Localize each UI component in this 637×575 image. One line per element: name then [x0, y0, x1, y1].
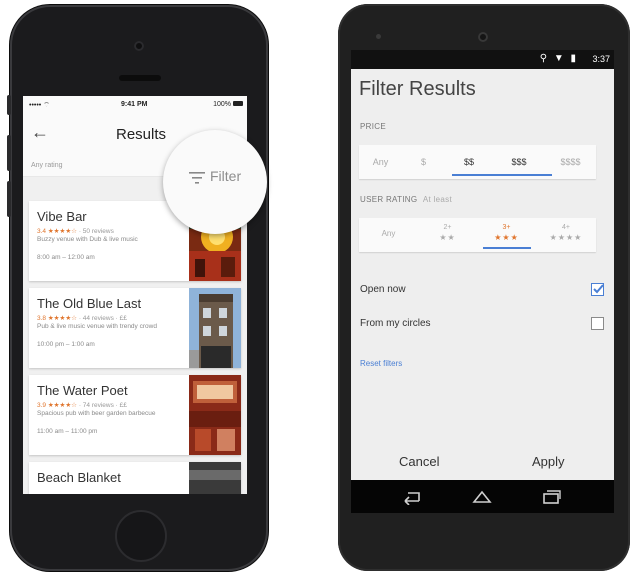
place-name: Beach Blanket [37, 470, 121, 485]
open-now-label: Open now [360, 284, 406, 295]
rating-option-4[interactable]: 4+ ★★★★ [536, 218, 596, 252]
pub-interior-photo [189, 375, 241, 455]
battery-icon [233, 101, 243, 106]
rating-filter-text: Any rating [31, 162, 63, 169]
battery-percent: 100% [213, 101, 231, 108]
rating-score: 3.8 [37, 315, 47, 322]
price-option-4[interactable]: $$$$ [545, 145, 596, 179]
earpiece-speaker [119, 75, 161, 81]
filter-icon [189, 172, 205, 184]
rating-option-label: 4+ [562, 224, 570, 231]
place-name: The Water Poet [37, 383, 128, 398]
status-icons: ⚲ ▼ ▮ [539, 53, 578, 64]
place-card[interactable]: The Old Blue Last 3.8 ★★★★☆ · 44 reviews… [29, 288, 241, 368]
restaurant-photo [189, 462, 241, 494]
pub-building-photo [189, 288, 241, 368]
place-hours: 8:00 am – 12:00 am [37, 254, 95, 261]
home-icon[interactable] [471, 488, 493, 504]
volume-down-button [7, 181, 11, 217]
place-card[interactable]: The Water Poet 3.9 ★★★★☆ · 74 reviews · … [29, 375, 241, 455]
rating-option-label: 3+ [502, 224, 511, 231]
front-camera [478, 32, 488, 42]
price-section-label: PRICE [360, 122, 386, 131]
place-hours: 10:00 pm – 1:00 am [37, 341, 95, 348]
reset-filters-link[interactable]: Reset filters [360, 359, 402, 368]
sensor-dot [376, 34, 381, 39]
rating-score: 3.9 [37, 402, 47, 409]
rating-option-label: Any [381, 229, 396, 238]
mute-switch [7, 95, 11, 115]
rating-option-any[interactable]: Any [359, 218, 418, 252]
rating-label: USER RATING [360, 195, 418, 204]
rating-section-label: USER RATING At least [360, 195, 452, 204]
place-card[interactable]: Beach Blanket [29, 462, 241, 494]
rating-segmented-control: Any 2+ ★★ 3+ ★★★ 4+ ★★★★ [359, 218, 596, 252]
open-now-checkbox[interactable] [591, 283, 604, 296]
rating-option-label: 2+ [443, 224, 452, 231]
from-circles-label: From my circles [360, 318, 431, 329]
android-status-bar: ⚲ ▼ ▮ 3:37 [351, 50, 614, 69]
filter-magnifier-callout[interactable]: Filter [163, 130, 267, 234]
place-hours: 11:00 am – 11:00 pm [37, 428, 98, 435]
rating-selection-indicator [483, 247, 531, 249]
price-option-any[interactable]: Any [359, 145, 402, 179]
rating-score: 3.4 [37, 228, 47, 235]
star-rating-icon: ★★★★☆ [47, 228, 77, 235]
place-name: Vibe Bar [37, 209, 87, 224]
place-rating: 3.4 ★★★★☆ · 50 reviews [37, 227, 114, 235]
dialog-title: Filter Results [359, 78, 476, 100]
star-rating-icon: ★★★★ [549, 233, 583, 242]
from-circles-checkbox[interactable] [591, 317, 604, 330]
ios-status-bar: ••••• ⌔ 9:41 PM 100% [23, 96, 247, 114]
star-rating-icon: ★★★★☆ [47, 315, 77, 322]
place-rating: 3.9 ★★★★☆ · 74 reviews · ££ [37, 401, 127, 409]
place-description: Buzzy venue with Dub & live music [37, 236, 138, 243]
star-rating-icon: ★★ [439, 233, 456, 242]
price-option-1[interactable]: $ [402, 145, 445, 179]
star-rating-icon: ★★★★☆ [47, 402, 77, 409]
recents-icon[interactable] [540, 489, 562, 505]
price-segmented-control: Any $ $$ $$$ $$$$ [359, 145, 596, 179]
android-screen: ⚲ ▼ ▮ 3:37 Filter Results PRICE Any $ $$… [351, 50, 614, 513]
cancel-button[interactable]: Cancel [399, 454, 439, 469]
home-button[interactable] [115, 510, 167, 562]
place-description: Pub & live music venue with trendy crowd [37, 323, 157, 330]
rating-option-2[interactable]: 2+ ★★ [418, 218, 477, 252]
rating-sublabel: At least [422, 195, 453, 204]
android-nav-bar [351, 480, 614, 513]
place-description: Spacious pub with beer garden barbecue [37, 410, 156, 417]
review-meta: · 50 reviews [78, 228, 114, 235]
status-time: 9:41 PM [121, 101, 148, 108]
review-meta: · 74 reviews · ££ [78, 402, 127, 409]
back-icon[interactable] [400, 489, 422, 505]
filter-button-label: Filter [210, 168, 242, 184]
arrow-left-icon[interactable]: ← [31, 122, 49, 143]
place-name: The Old Blue Last [37, 296, 142, 311]
checkmark-icon [593, 284, 604, 294]
star-rating-icon: ★★★ [494, 233, 519, 242]
carrier-signal: ••••• ⌔ [29, 102, 50, 109]
review-meta: · 44 reviews · ££ [78, 315, 127, 322]
price-selection-indicator [452, 174, 552, 176]
apply-button[interactable]: Apply [532, 454, 565, 469]
volume-up-button [7, 135, 11, 171]
status-time: 3:37 [592, 54, 610, 64]
front-camera [134, 41, 144, 51]
place-rating: 3.8 ★★★★☆ · 44 reviews · ££ [37, 314, 127, 322]
page-title: Results [115, 126, 167, 143]
